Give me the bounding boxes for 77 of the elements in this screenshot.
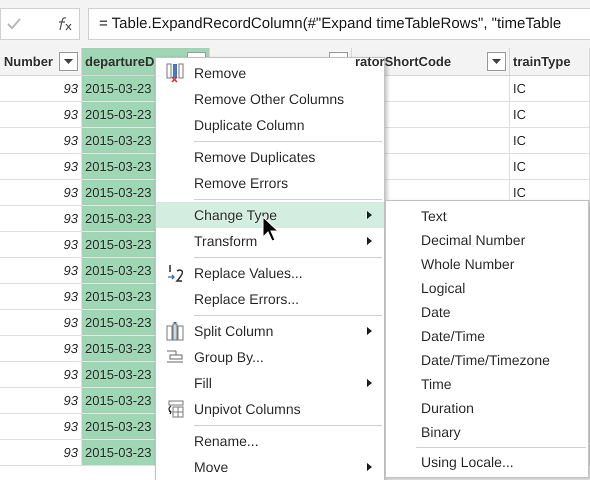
column-header[interactable]: Number bbox=[0, 48, 82, 75]
table-cell-text: 2015-03-23 bbox=[85, 210, 152, 228]
table-cell-text: 2015-03-23 bbox=[85, 418, 152, 436]
table-cell-text: 93 bbox=[64, 106, 78, 124]
check-icon[interactable] bbox=[7, 18, 21, 30]
table-cell-text: 2015-03-23 bbox=[85, 340, 152, 358]
menu-item[interactable]: Using Locale... bbox=[386, 450, 588, 474]
table-cell-text: 2015-03-23 bbox=[85, 314, 152, 332]
menu-item[interactable]: Logical bbox=[386, 276, 588, 300]
table-cell-text: 93 bbox=[64, 444, 78, 462]
menu-item[interactable]: Date/Time/Timezone bbox=[386, 348, 588, 372]
table-cell-text: IC bbox=[513, 106, 526, 124]
dropdown-arrow-icon bbox=[64, 59, 73, 64]
menu-item[interactable]: Time bbox=[386, 372, 588, 396]
table-cell-text: IC bbox=[513, 80, 526, 98]
table-cell-text: 93 bbox=[64, 314, 78, 332]
table-cell-text: 93 bbox=[64, 392, 78, 410]
menu-item[interactable]: Split Column bbox=[156, 318, 384, 344]
menu-item[interactable]: Whole Number bbox=[386, 252, 588, 276]
function-icon[interactable] bbox=[57, 17, 73, 31]
table-cell-text: 93 bbox=[64, 80, 78, 98]
column-header-label: trainType bbox=[513, 52, 571, 71]
table-cell-text: 2015-03-23 bbox=[85, 262, 152, 280]
menu-item[interactable]: Remove Errors bbox=[156, 170, 384, 196]
table-cell-text: 2015-03-23 bbox=[85, 184, 152, 202]
menu-item[interactable]: Text bbox=[386, 204, 588, 228]
dropdown-arrow-icon bbox=[492, 59, 501, 64]
table-cell-text: 2015-03-23 bbox=[85, 444, 152, 462]
column-header-label: ratorShortCode bbox=[355, 52, 452, 71]
table-cell-text: IC bbox=[513, 158, 526, 176]
table-cell-text: 93 bbox=[64, 210, 78, 228]
column-header[interactable]: trainType bbox=[510, 48, 590, 75]
menu-item[interactable]: Unpivot Columns bbox=[156, 396, 384, 422]
table-cell-text: 93 bbox=[64, 132, 78, 150]
menu-item[interactable]: Remove Other Columns bbox=[156, 86, 384, 112]
menu-item[interactable]: Remove Duplicates bbox=[156, 144, 384, 170]
menu-item[interactable]: Replace Values... bbox=[156, 260, 384, 286]
menu-item[interactable]: Rename... bbox=[156, 428, 384, 454]
table-cell-text: 93 bbox=[64, 236, 78, 254]
menu-item[interactable]: Move bbox=[156, 454, 384, 480]
table-cell-text: 93 bbox=[64, 340, 78, 358]
menu-item[interactable]: Duplicate Column bbox=[156, 112, 384, 138]
menu-item[interactable]: Date bbox=[386, 300, 588, 324]
table-cell-text: 2015-03-23 bbox=[85, 158, 152, 176]
menu-item[interactable]: Binary bbox=[386, 420, 588, 444]
formula-field[interactable]: = Table.ExpandRecordColumn(#"Expand timeTableRows", "timeTable bbox=[88, 8, 590, 40]
table-cell-text: 93 bbox=[64, 366, 78, 384]
column-header-label: departureD bbox=[85, 52, 154, 71]
table-cell-text: IC bbox=[513, 132, 526, 150]
table-cell-text: 93 bbox=[64, 158, 78, 176]
replace-values-icon bbox=[166, 264, 184, 282]
split-column-icon bbox=[166, 321, 184, 341]
filter-dropdown-button[interactable] bbox=[59, 52, 78, 71]
table-cell-text: 93 bbox=[64, 288, 78, 306]
menu-item[interactable]: Transform bbox=[156, 228, 384, 254]
menu-item[interactable]: Group By... bbox=[156, 344, 384, 370]
remove-column-icon bbox=[166, 63, 184, 83]
menu-item[interactable]: Decimal Number bbox=[386, 228, 588, 252]
table-cell-text: 2015-03-23 bbox=[85, 392, 152, 410]
group-by-icon bbox=[166, 350, 184, 364]
filter-dropdown-button[interactable] bbox=[487, 52, 506, 71]
table-cell-text: 2015-03-23 bbox=[85, 106, 152, 124]
table-cell-text: 2015-03-23 bbox=[85, 80, 152, 98]
table-cell-text: 2015-03-23 bbox=[85, 236, 152, 254]
table-cell-text: 93 bbox=[64, 418, 78, 436]
table-cell-text: 2015-03-23 bbox=[85, 366, 152, 384]
menu-item[interactable]: Replace Errors... bbox=[156, 286, 384, 312]
menu-item[interactable]: Fill bbox=[156, 370, 384, 396]
menu-item[interactable]: Date/Time bbox=[386, 324, 588, 348]
unpivot-columns-icon bbox=[166, 400, 184, 418]
table-cell-text: 93 bbox=[64, 184, 78, 202]
column-header-label: Number bbox=[4, 52, 53, 71]
table-cell-text: IC bbox=[513, 184, 526, 202]
menu-item[interactable]: Duration bbox=[386, 396, 588, 420]
table-cell-text: 93 bbox=[64, 262, 78, 280]
table-cell-text: 2015-03-23 bbox=[85, 132, 152, 150]
table-cell-text: 2015-03-23 bbox=[85, 288, 152, 306]
